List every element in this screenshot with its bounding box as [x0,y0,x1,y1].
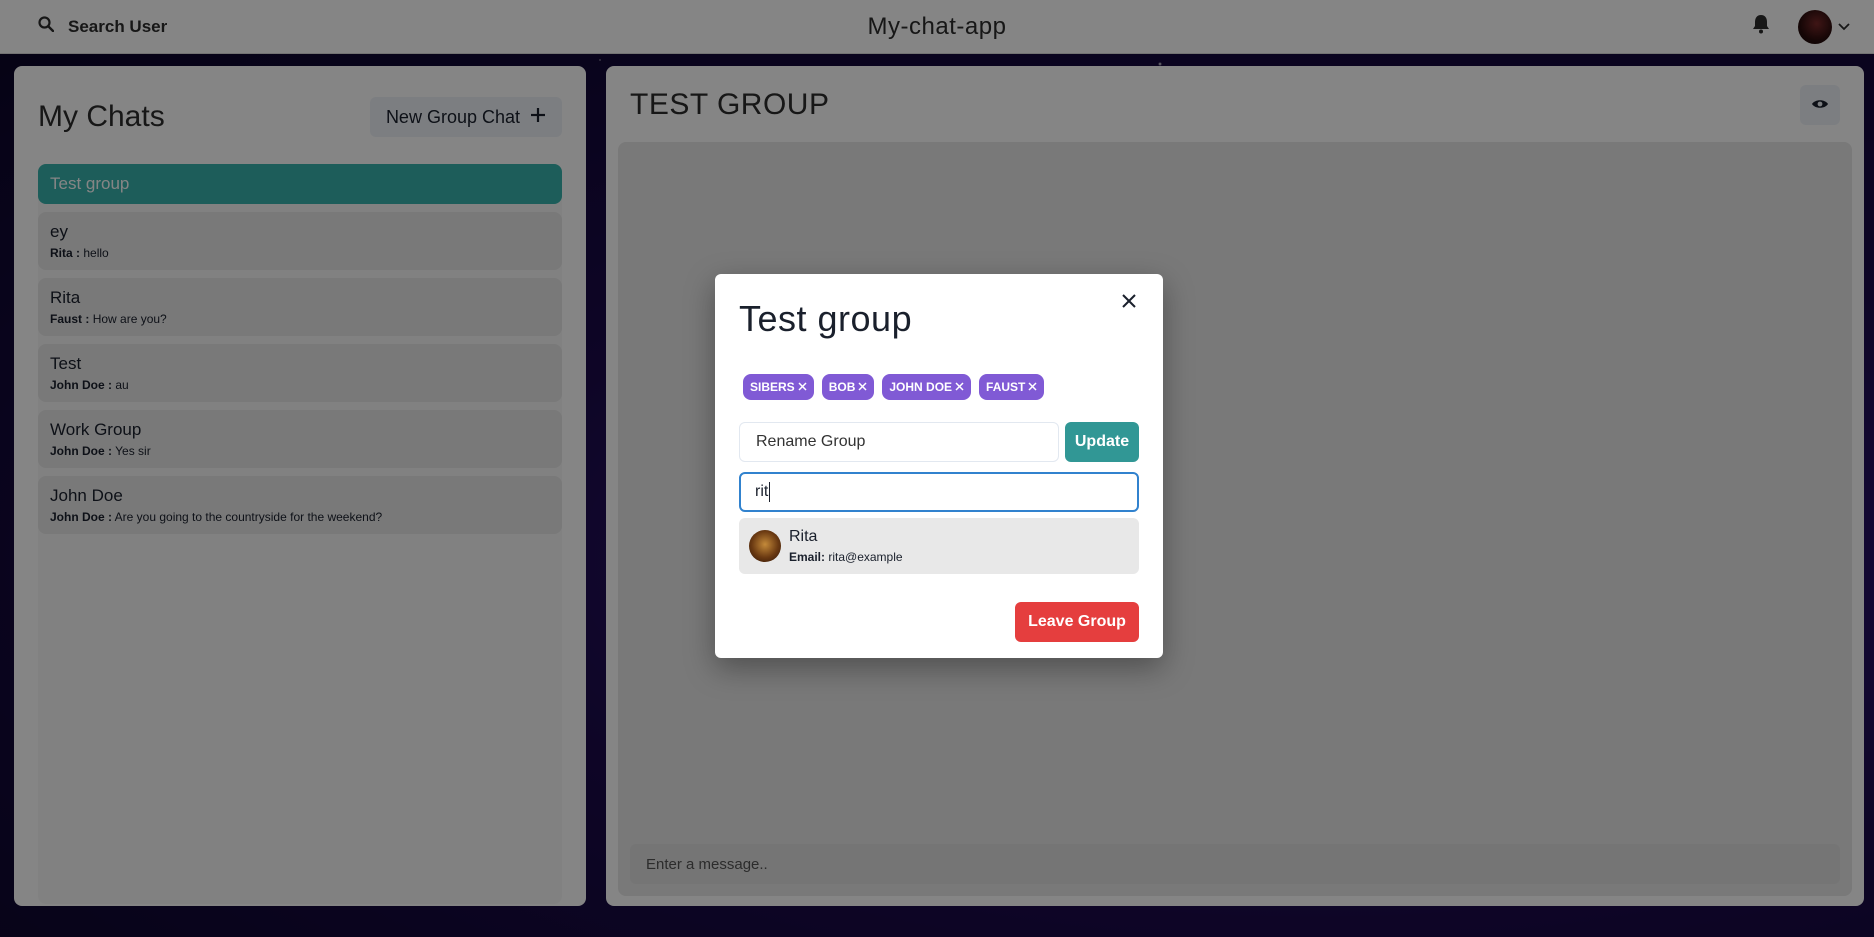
member-badge[interactable]: FAUST [979,374,1045,400]
member-badge[interactable]: SIBERS [743,374,814,400]
text-caret [769,482,771,502]
member-badge[interactable]: JOHN DOE [882,374,972,400]
add-user-search-input[interactable]: rit [739,472,1139,512]
search-input-value: rit [755,483,769,500]
email-label: Email: [789,550,826,564]
user-result-item[interactable]: Rita Email: rita@example [739,518,1139,574]
user-avatar [749,530,781,562]
update-button[interactable]: Update [1065,422,1139,462]
remove-member-icon[interactable] [1028,380,1037,394]
close-button[interactable] [1113,286,1145,318]
member-name: BOB [828,380,856,394]
member-name: SIBERS [750,380,795,394]
leave-group-button[interactable]: Leave Group [1015,602,1139,642]
member-name: JOHN DOE [889,380,953,394]
rename-group-input[interactable]: Rename Group [739,422,1059,462]
member-badges: SIBERS BOB JOHN DOE FAUST [743,374,1139,400]
member-badge[interactable]: BOB [821,374,875,400]
remove-member-icon[interactable] [955,380,964,394]
user-name: Rita [789,528,818,545]
remove-member-icon[interactable] [798,380,807,394]
user-email: rita@example [828,550,903,564]
member-name: FAUST [986,380,1026,394]
close-icon [1122,293,1136,311]
modal-title: Test group [739,298,913,339]
remove-member-icon[interactable] [858,380,867,394]
group-settings-modal: Test group SIBERS BOB JOHN DOE FAUST Ren… [715,274,1163,658]
